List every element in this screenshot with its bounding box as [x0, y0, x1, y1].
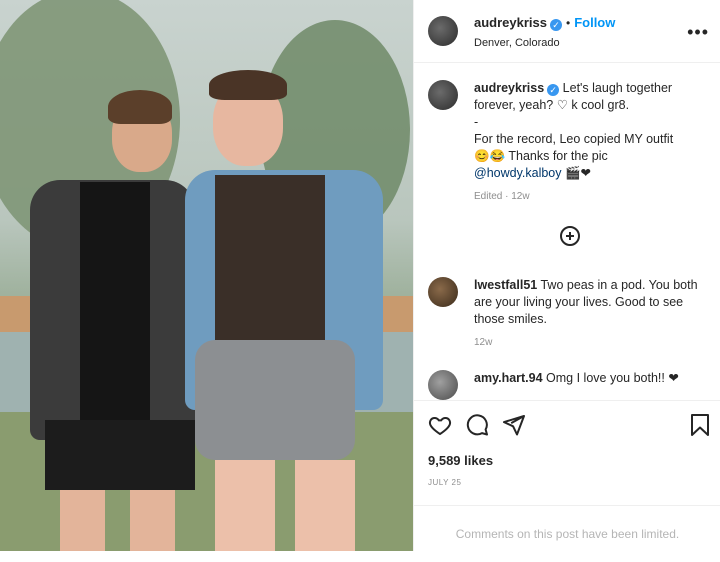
verified-icon: ✓: [550, 19, 562, 31]
caption-line2: For the record, Leo copied MY outfit: [474, 132, 674, 146]
author-avatar[interactable]: [428, 16, 458, 46]
caption-meta: Edited · 12w: [474, 191, 530, 202]
caption-line3: 😊😂 Thanks for the pic: [474, 149, 608, 163]
like-count[interactable]: 9,589 likes: [428, 453, 493, 468]
load-more-comments-icon[interactable]: [560, 226, 580, 246]
post-header: audreykriss ✓ • Follow Denver, Colorado •••: [414, 0, 720, 63]
caption-avatar[interactable]: [428, 80, 458, 110]
comment-icon[interactable]: [465, 413, 489, 437]
post-photo[interactable]: [0, 0, 413, 551]
follow-button[interactable]: Follow: [574, 15, 615, 30]
caption-mention-link[interactable]: @howdy.kalboy: [474, 166, 562, 180]
post-actions: 9,589 likes JULY 25 Comments on this pos…: [414, 400, 720, 552]
comment-meta: 12w: [474, 337, 493, 348]
comment-avatar[interactable]: [428, 277, 458, 307]
comment-text: Omg I love you both!! ❤: [546, 371, 679, 385]
share-icon[interactable]: [502, 413, 526, 437]
more-options-icon[interactable]: •••: [687, 22, 709, 43]
separator-dot: •: [566, 16, 571, 30]
comment-avatar[interactable]: [428, 370, 458, 400]
photo-person-right: [185, 70, 385, 551]
comment-username[interactable]: lwestfall51: [474, 278, 537, 292]
caption-dash: -: [474, 115, 479, 129]
photo-person-left: [30, 90, 200, 551]
post-date[interactable]: JULY 25: [428, 478, 461, 487]
heart-icon[interactable]: [428, 413, 452, 437]
post-sidebar: audreykriss ✓ • Follow Denver, Colorado •••…: [413, 0, 720, 552]
post-location[interactable]: Denver, Colorado: [474, 37, 615, 49]
comment-username[interactable]: amy.hart.94: [474, 371, 543, 385]
author-username[interactable]: audreykriss: [474, 15, 547, 30]
verified-icon: ✓: [547, 84, 560, 96]
author-info: audreykriss ✓ • Follow Denver, Colorado: [474, 14, 615, 49]
comments-limited-notice: Comments on this post have been limited.: [414, 505, 720, 553]
caption-mention-suffix: 🎬❤: [561, 166, 592, 180]
caption-username[interactable]: audreykriss: [474, 81, 544, 95]
post-caption: audreykriss ✓ Let's laugh together foreve…: [474, 80, 706, 205]
comment-item: lwestfall51 Two peas in a pod. You both …: [474, 277, 706, 351]
comment-item: amy.hart.94 Omg I love you both!! ❤: [474, 370, 706, 398]
save-icon[interactable]: [690, 413, 710, 437]
